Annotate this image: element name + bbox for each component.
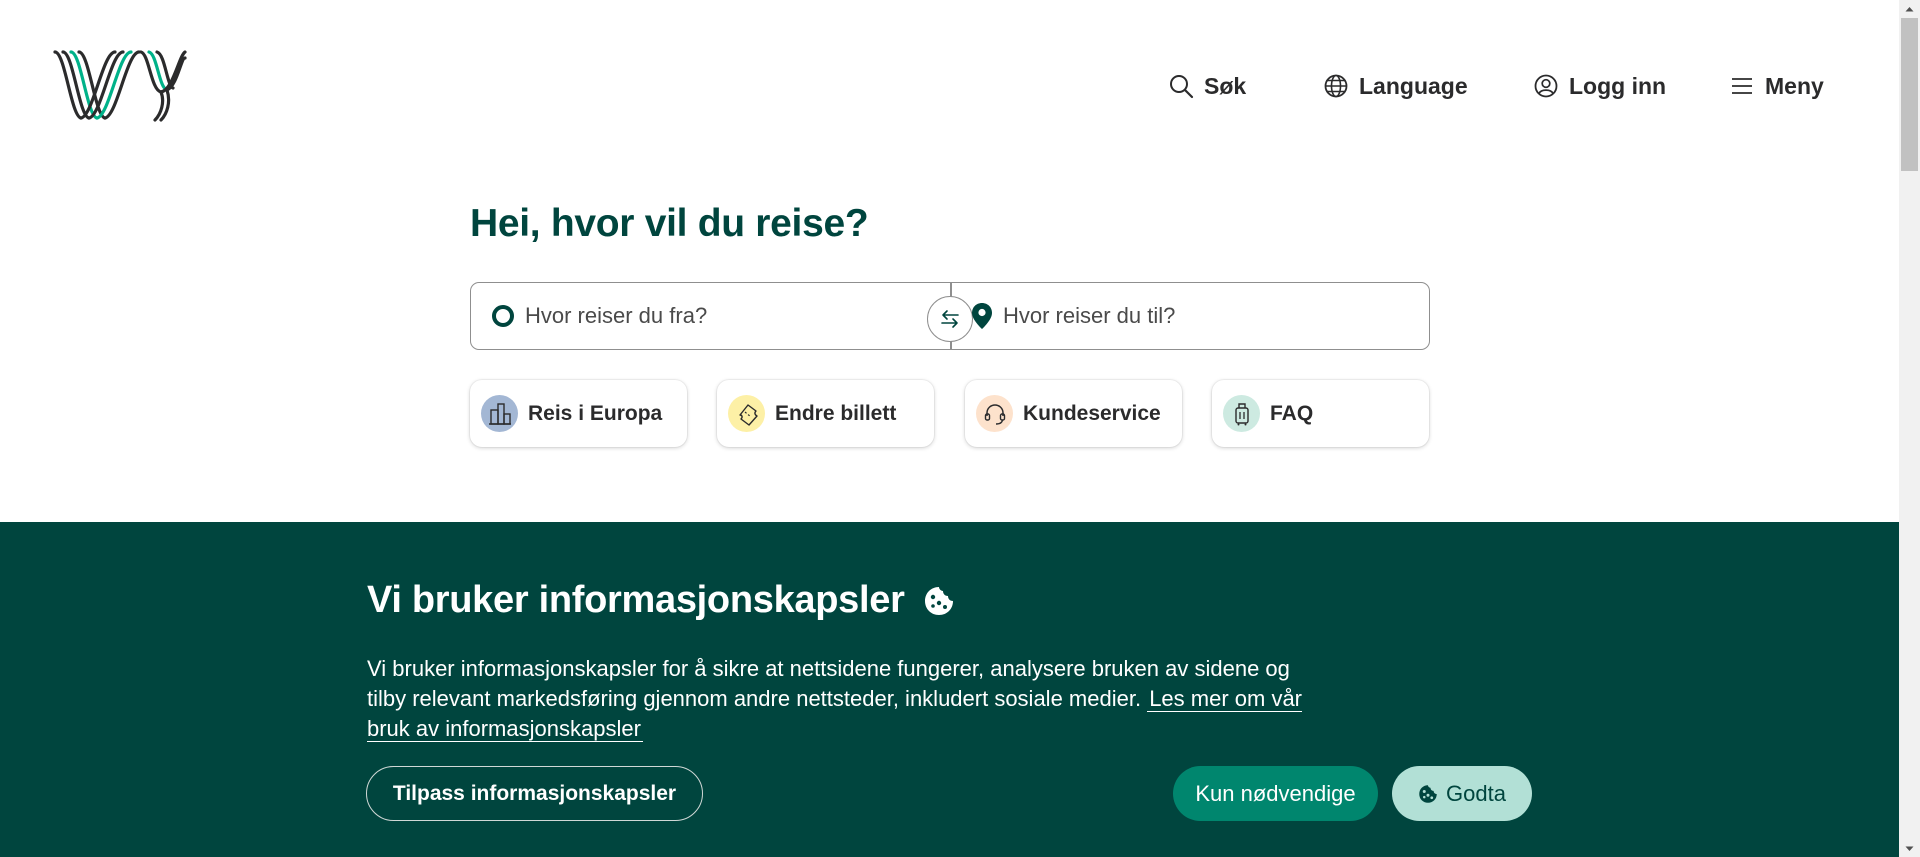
luggage-icon (1223, 395, 1260, 432)
hamburger-icon (1732, 78, 1752, 94)
to-input[interactable] (1003, 303, 1383, 329)
to-field[interactable] (971, 283, 1411, 349)
globe-icon (1324, 74, 1348, 98)
nav-login-label: Logg inn (1569, 72, 1667, 99)
quick-link-label: FAQ (1270, 401, 1314, 425)
swap-arrows-icon (941, 310, 959, 328)
cookie-icon (1419, 784, 1437, 803)
scrollbar[interactable] (1899, 0, 1920, 857)
travel-search-form (470, 282, 1430, 350)
buildings-icon (481, 395, 518, 432)
hero-title: Hei, hvor vil du reise? (470, 202, 869, 245)
origin-circle-icon (492, 305, 514, 327)
nav-login-button[interactable]: Logg inn (1533, 66, 1666, 106)
from-field[interactable] (491, 283, 931, 349)
quick-link-label: Reis i Europa (528, 401, 663, 425)
quick-link-label: Kundeservice (1023, 401, 1161, 425)
cookie-title-text: Vi bruker informasjonskapsler (367, 579, 905, 621)
quick-links: Reis i Europa Endre billett Kundeservice… (470, 380, 1431, 447)
headset-icon (976, 395, 1013, 432)
quick-link-label: Endre billett (775, 401, 897, 425)
nav-menu-label: Meny (1765, 72, 1824, 99)
cookie-icon (924, 586, 953, 615)
scroll-up-arrow[interactable] (1899, 0, 1920, 17)
necessary-only-button[interactable]: Kun nødvendige (1173, 766, 1378, 821)
quick-link-kundeservice[interactable]: Kundeservice (965, 380, 1182, 447)
search-icon (1170, 75, 1194, 99)
accept-cookies-button[interactable]: Godta (1392, 766, 1532, 821)
scrollbar-thumb[interactable] (1901, 18, 1918, 171)
scroll-down-arrow[interactable] (1899, 840, 1920, 857)
customize-cookies-button[interactable]: Tilpass informasjonskapsler (366, 766, 703, 821)
nav-language-label: Language (1359, 72, 1468, 99)
location-pin-icon (972, 303, 992, 329)
swap-button[interactable] (927, 296, 973, 342)
user-icon (1534, 74, 1558, 98)
nav-language-button[interactable]: Language (1323, 66, 1468, 106)
cookie-banner: Vi bruker informasjonskapsler Vi bruker … (0, 522, 1899, 857)
vy-logo[interactable] (53, 50, 187, 122)
nav-menu-button[interactable]: Meny (1729, 66, 1824, 106)
quick-link-endre-billett[interactable]: Endre billett (717, 380, 934, 447)
cookie-title: Vi bruker informasjonskapsler (367, 579, 955, 622)
from-input[interactable] (525, 303, 905, 329)
nav-search-label: Søk (1204, 72, 1247, 99)
accept-cookies-label: Godta (1446, 780, 1506, 806)
cookie-description: Vi bruker informasjonskapsler for å sikr… (367, 654, 1307, 744)
nav-search-button[interactable]: Søk (1168, 66, 1246, 106)
page: Søk Language Logg inn Meny Hei, hvor vil… (0, 0, 1920, 857)
quick-link-reis-i-europa[interactable]: Reis i Europa (470, 380, 687, 447)
ticket-icon (728, 395, 765, 432)
vy-logo-mark (53, 50, 187, 122)
quick-link-faq[interactable]: FAQ (1212, 380, 1429, 447)
